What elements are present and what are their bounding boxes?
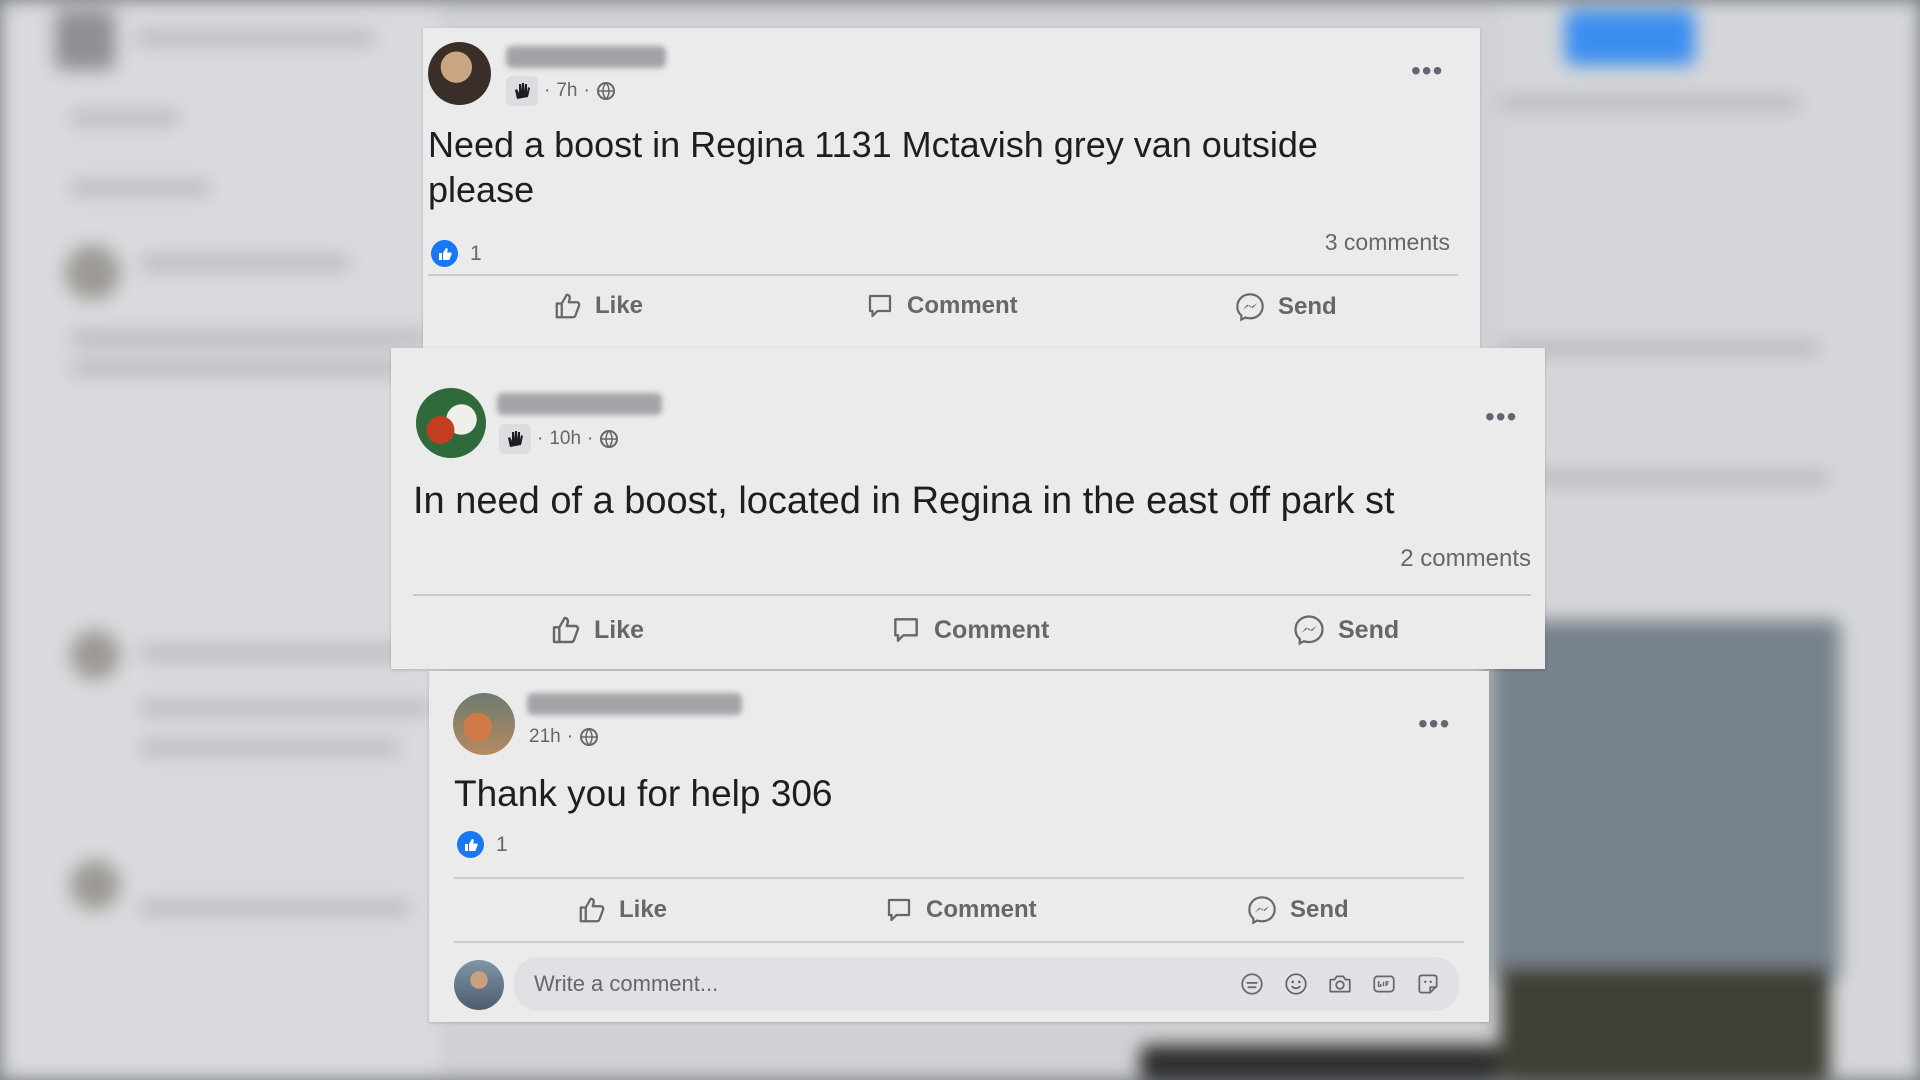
comment-button[interactable]: Comment [884,895,1037,925]
author-name-redacted[interactable] [506,46,666,68]
divider [428,274,1458,276]
comment-button[interactable]: Comment [865,291,1018,321]
gif-icon[interactable] [1371,971,1397,997]
reaction-summary[interactable]: 1 [431,240,482,267]
camera-icon[interactable] [1327,971,1353,997]
like-button[interactable]: Like [577,895,667,925]
comment-button[interactable]: Comment [890,614,1049,646]
background-photo [1490,620,1840,980]
messenger-icon [1236,293,1264,322]
post-meta: 21h · [529,726,599,748]
author-name-redacted[interactable] [497,393,662,415]
post-card-2: · 10h · ••• In need of a boost, located … [391,348,1545,669]
author-avatar[interactable] [453,693,515,755]
like-button[interactable]: Like [553,291,643,321]
comment-count[interactable]: 3 comments [1325,229,1450,256]
background-text-line [135,30,375,46]
hand-badge-icon [506,76,538,106]
background-avatar [65,245,120,300]
background-text-line [140,255,350,271]
author-avatar[interactable] [428,42,491,105]
background-text-line [1500,95,1800,111]
avatar-sticker-icon[interactable] [1415,971,1441,997]
background-avatar [55,10,115,70]
background-text-line [70,360,400,376]
background-dark-block [1140,1045,1500,1080]
post-card-3: 21h · ••• Thank you for help 306 1 Like … [429,671,1489,1022]
comment-icon [894,618,918,642]
comment-icon [868,294,892,318]
more-options-icon[interactable]: ••• [1418,710,1450,738]
background-blue-button [1565,10,1695,65]
background-text-line [70,180,210,196]
background-avatar [70,860,120,910]
globe-icon [600,430,619,448]
more-options-icon[interactable]: ••• [1485,403,1517,431]
like-button[interactable]: Like [550,614,644,646]
post-text: Need a boost in Regina 1131 Mctavish gre… [428,124,1318,210]
current-user-avatar[interactable] [454,960,504,1010]
hand-badge-icon [499,424,531,454]
author-name-redacted[interactable] [527,693,742,715]
like-count: 1 [470,241,482,265]
sticker-icon[interactable] [1239,971,1265,997]
background-text-line [140,700,430,716]
comment-input[interactable] [532,970,1239,998]
post-meta: · 10h · [499,424,619,454]
like-icon [552,616,580,644]
like-icon [579,897,605,923]
author-avatar[interactable] [416,388,486,458]
post-time[interactable]: 7h [556,80,577,102]
divider [454,941,1464,943]
more-options-icon[interactable]: ••• [1411,57,1443,85]
like-icon [555,293,581,319]
background-avatar [70,630,120,680]
background-text-line [70,110,180,126]
post-time[interactable]: 21h [529,726,561,748]
messenger-icon [1248,896,1276,925]
post-text: Thank you for help 306 [454,773,833,814]
background-dark-block [1500,970,1830,1080]
send-button[interactable]: Send [1292,613,1399,647]
background-text-line [140,645,410,661]
globe-icon [596,82,615,100]
comment-icon [887,898,911,922]
divider [413,594,1531,596]
post-meta: · 7h · [506,76,616,106]
send-button[interactable]: Send [1234,291,1337,323]
background-text-line [140,740,400,756]
post-time[interactable]: 10h [549,428,581,450]
like-count: 1 [496,832,508,856]
comment-tools [1239,971,1441,997]
background-text-line [1500,470,1830,486]
emoji-icon[interactable] [1283,971,1309,997]
background-text-line [140,900,410,916]
like-reaction-icon [457,831,484,858]
like-reaction-icon [431,240,458,267]
divider [454,877,1464,879]
reaction-summary[interactable]: 1 [457,831,508,858]
comment-composer [514,957,1459,1011]
post-text: In need of a boost, located in Regina in… [413,480,1395,522]
background-text-line [70,330,430,346]
globe-icon [580,728,599,746]
background-left-pane [0,0,440,1080]
post-card-1: · 7h · ••• Need a boost in Regina 1131 M… [423,28,1480,350]
messenger-icon [1294,615,1324,646]
comment-count[interactable]: 2 comments [1400,545,1531,573]
background-text-line [1500,340,1820,356]
send-button[interactable]: Send [1246,894,1349,926]
